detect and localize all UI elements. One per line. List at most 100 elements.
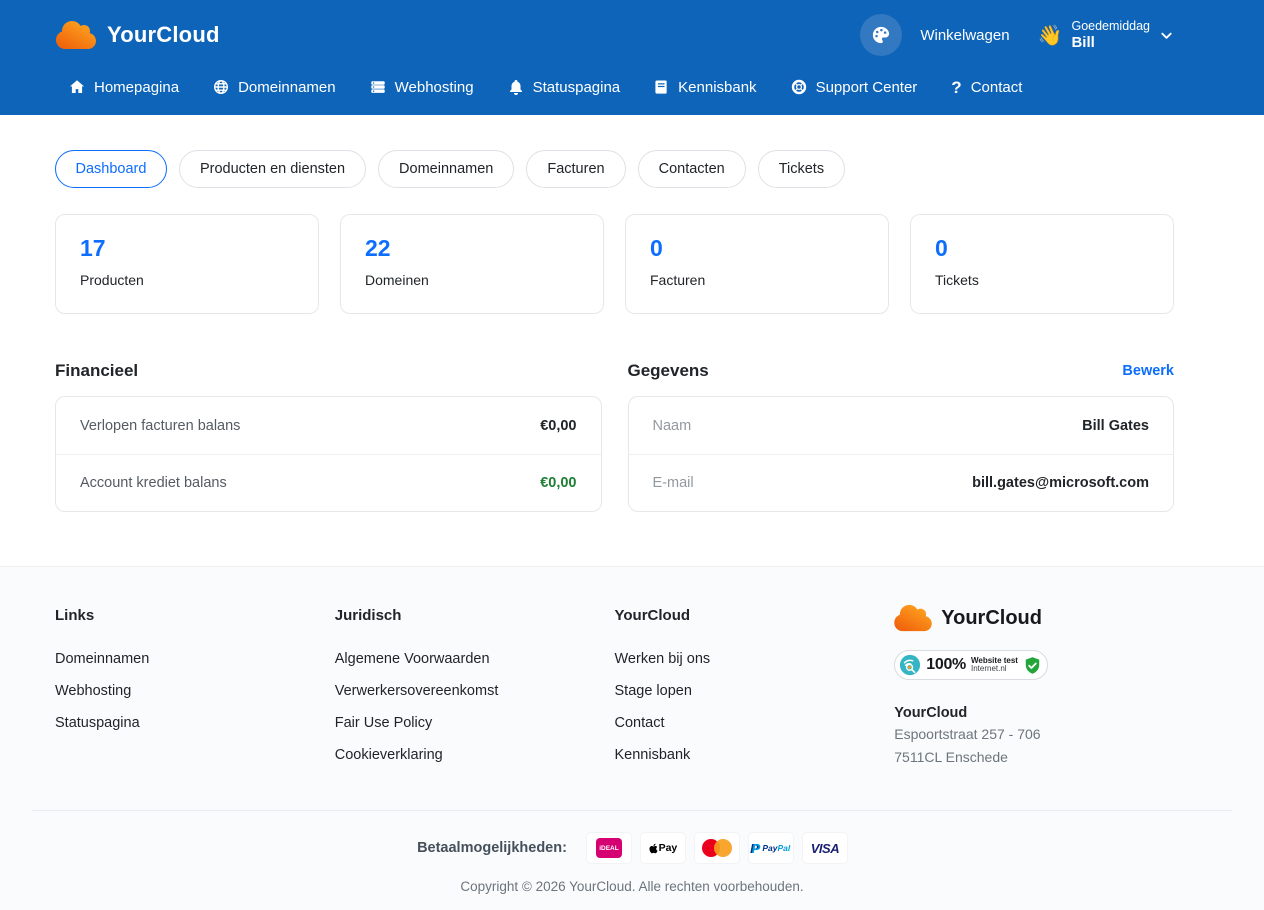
address-street: Espoortstraat 257 - 706 [894, 724, 1174, 744]
footer-link-werken-bij-ons[interactable]: Werken bij ons [615, 651, 711, 667]
stat-card-tickets[interactable]: 0 Tickets [910, 214, 1174, 314]
nav-item-domeinnamen[interactable]: Domeinnamen [213, 79, 336, 96]
nav-item-homepagina[interactable]: Homepagina [69, 79, 179, 96]
nav-item-kennisbank[interactable]: Kennisbank [654, 79, 756, 96]
apple-pay-icon: Pay [641, 833, 685, 863]
row-label: E-mail [653, 475, 694, 491]
stat-value: 17 [80, 237, 294, 260]
footer-link-statuspagina[interactable]: Statuspagina [55, 715, 140, 731]
greeting-text: Goedemiddag [1071, 19, 1150, 33]
footer-link-verwerkersovereenkomst[interactable]: Verwerkersovereenkomst [335, 683, 499, 699]
magnifier-icon [899, 654, 921, 676]
tab-producten-en-diensten[interactable]: Producten en diensten [179, 150, 366, 188]
main-nav: Homepagina Domeinnamen Webhosting St [55, 64, 1174, 110]
brand-name: YourCloud [941, 607, 1042, 630]
footer-link-fair-use-policy[interactable]: Fair Use Policy [335, 715, 433, 731]
tab-domeinnamen[interactable]: Domeinnamen [378, 150, 514, 188]
footer-column-juridisch: Juridisch Algemene Voorwaarden Verwerker… [335, 607, 615, 776]
tab-facturen[interactable]: Facturen [526, 150, 625, 188]
stat-label: Producten [80, 272, 294, 288]
footer-brand-logo[interactable]: YourCloud [894, 603, 1174, 633]
visa-icon: VISA [803, 833, 847, 863]
tab-tickets[interactable]: Tickets [758, 150, 845, 188]
wave-emoji: 👋 [1038, 23, 1063, 48]
footer-column-links: Links Domeinnamen Webhosting Statuspagin… [55, 607, 335, 776]
shield-check-icon [1023, 656, 1042, 675]
cloud-logo-icon [894, 603, 932, 633]
globe-icon [213, 79, 229, 95]
chevron-down-icon [1159, 28, 1174, 43]
address-city: 7511CL Enschede [894, 747, 1174, 767]
details-section: Gegevens Bewerk Naam Bill Gates E-mail b… [628, 360, 1175, 512]
bell-icon [508, 79, 524, 95]
stat-value: 0 [935, 237, 1149, 260]
footer-column-title: Links [55, 607, 335, 624]
stat-card-domeinen[interactable]: 22 Domeinen [340, 214, 604, 314]
financial-row-credit: Account krediet balans €0,00 [56, 454, 601, 511]
financial-section: Financieel Verlopen facturen balans €0,0… [55, 360, 602, 512]
financial-title: Financieel [55, 361, 138, 381]
user-name: Bill [1071, 34, 1150, 51]
footer-link-cookieverklaring[interactable]: Cookieverklaring [335, 747, 443, 763]
brand-name: YourCloud [107, 22, 220, 48]
stat-card-facturen[interactable]: 0 Facturen [625, 214, 889, 314]
financial-card: Verlopen facturen balans €0,00 Account k… [55, 396, 602, 512]
copyright-text: Copyright © 2026 YourCloud. Alle rechten… [0, 879, 1264, 894]
cloud-logo-icon [55, 19, 97, 51]
details-card: Naam Bill Gates E-mail bill.gates@micros… [628, 396, 1175, 512]
book-icon [654, 79, 669, 95]
nav-item-contact[interactable]: ? Contact [951, 79, 1022, 96]
row-label: Verlopen facturen balans [80, 418, 240, 434]
row-label: Naam [653, 418, 692, 434]
apple-icon [649, 843, 658, 854]
brand-logo[interactable]: YourCloud [55, 19, 220, 51]
cart-link[interactable]: Winkelwagen [920, 27, 1009, 44]
stat-label: Domeinen [365, 272, 579, 288]
row-value: €0,00 [540, 475, 576, 491]
stat-card-producten[interactable]: 17 Producten [55, 214, 319, 314]
footer: Links Domeinnamen Webhosting Statuspagin… [0, 566, 1264, 910]
ideal-icon: iDEAL [587, 833, 631, 863]
stat-value: 22 [365, 237, 579, 260]
footer-column-brand: YourCloud 100% Website test Inte [894, 607, 1174, 776]
details-title: Gegevens [628, 361, 709, 381]
tab-contacten[interactable]: Contacten [638, 150, 746, 188]
website-test-badge[interactable]: 100% Website test Internet.nl [894, 650, 1048, 680]
financial-row-overdue: Verlopen facturen balans €0,00 [56, 397, 601, 454]
footer-address: YourCloud Espoortstraat 257 - 706 7511CL… [894, 705, 1174, 767]
question-icon: ? [951, 79, 961, 96]
stat-label: Tickets [935, 272, 1149, 288]
footer-link-domeinnamen[interactable]: Domeinnamen [55, 651, 149, 667]
nav-item-webhosting[interactable]: Webhosting [370, 79, 474, 96]
footer-column-title: YourCloud [615, 607, 895, 624]
footer-link-contact[interactable]: Contact [615, 715, 665, 731]
row-value: Bill Gates [1082, 418, 1149, 434]
row-label: Account krediet balans [80, 475, 227, 491]
payment-methods: Betaalmogelijkheden: iDEAL Pay PPayPal V… [0, 811, 1264, 863]
nav-item-support-center[interactable]: Support Center [791, 79, 918, 96]
header: YourCloud Winkelwagen 👋 Goedemiddag Bill [0, 0, 1264, 115]
stat-value: 0 [650, 237, 864, 260]
nav-item-statuspagina[interactable]: Statuspagina [508, 79, 621, 96]
tab-dashboard[interactable]: Dashboard [55, 150, 167, 188]
footer-link-kennisbank[interactable]: Kennisbank [615, 747, 691, 763]
server-icon [370, 79, 386, 95]
badge-score: 100% [926, 656, 966, 674]
main-content: Dashboard Producten en diensten Domeinna… [55, 150, 1174, 512]
footer-link-algemene-voorwaarden[interactable]: Algemene Voorwaarden [335, 651, 490, 667]
life-ring-icon [791, 79, 807, 95]
badge-line2: Internet.nl [971, 665, 1018, 673]
dashboard-tabs: Dashboard Producten en diensten Domeinna… [55, 150, 1174, 188]
address-name: YourCloud [894, 705, 1174, 721]
footer-column-title: Juridisch [335, 607, 615, 624]
stat-cards: 17 Producten 22 Domeinen 0 Facturen 0 Ti… [55, 214, 1174, 314]
edit-details-link[interactable]: Bewerk [1122, 363, 1174, 379]
palette-icon [871, 25, 891, 45]
payments-label: Betaalmogelijkheden: [417, 840, 567, 856]
user-menu[interactable]: 👋 Goedemiddag Bill [1038, 19, 1174, 51]
footer-link-webhosting[interactable]: Webhosting [55, 683, 131, 699]
footer-link-stage-lopen[interactable]: Stage lopen [615, 683, 692, 699]
row-value: €0,00 [540, 418, 576, 434]
details-row-email: E-mail bill.gates@microsoft.com [629, 454, 1174, 511]
theme-button[interactable] [860, 14, 902, 56]
